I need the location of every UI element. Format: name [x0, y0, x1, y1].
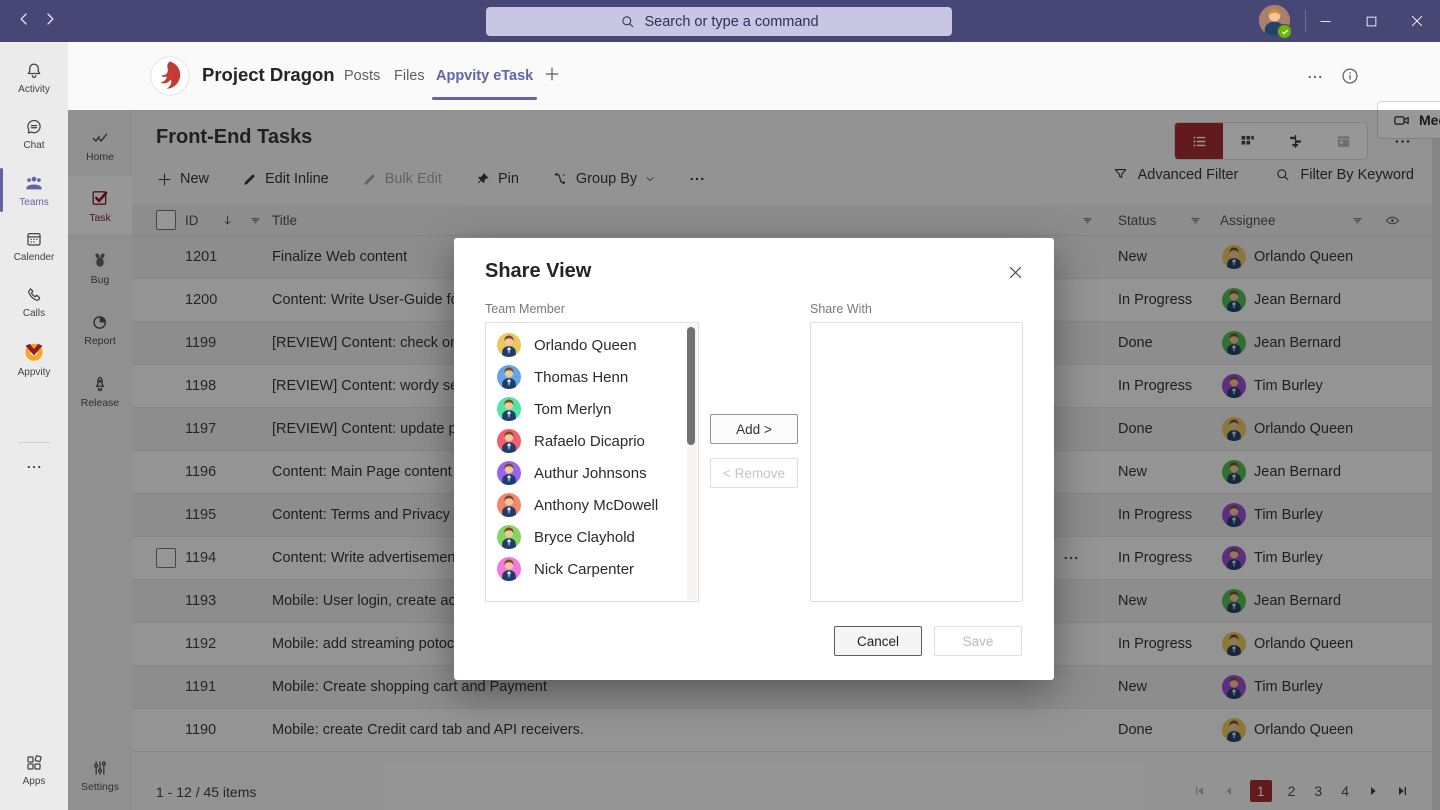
member-item[interactable]: Bryce Clayhold [486, 521, 698, 553]
plus-icon [542, 64, 562, 84]
search-icon [619, 13, 636, 30]
member-item[interactable]: Orlando Queen [486, 329, 698, 361]
sidebar-item-chat[interactable]: Chat [0, 106, 68, 162]
cancel-button[interactable]: Cancel [834, 626, 922, 656]
team-member-label: Team Member [485, 302, 565, 316]
info-icon [1340, 66, 1360, 86]
ellipsis-icon [1306, 68, 1324, 86]
search-placeholder: Search or type a command [644, 14, 818, 30]
member-item[interactable]: Rafaelo Dicaprio [486, 425, 698, 457]
list-scrollbar-track[interactable] [687, 324, 697, 600]
member-item[interactable]: Tom Merlyn [486, 393, 698, 425]
member-avatar [497, 429, 521, 453]
chat-icon [24, 117, 44, 137]
sidebar-item-activity[interactable]: Activity [0, 50, 68, 106]
member-avatar [497, 461, 521, 485]
tab-appvity-etask[interactable]: Appvity eTask [436, 68, 533, 84]
share-view-dialog: Share View Team Member Share With Orland… [454, 238, 1054, 680]
search-input[interactable]: Search or type a command [486, 7, 952, 36]
sidebar-item-appvity[interactable]: Appvity [0, 330, 68, 386]
member-item[interactable]: Thomas Henn [486, 361, 698, 393]
team-member-list: Orlando Queen Thomas Henn Tom Merlyn Raf… [485, 322, 699, 602]
sidebar-item-teams[interactable]: Teams [0, 162, 68, 218]
titlebar: Search or type a command [0, 0, 1440, 42]
forward-icon[interactable] [40, 9, 64, 33]
member-item[interactable]: Authur Johnsons [486, 457, 698, 489]
sidebar-item-calendar[interactable]: Calender [0, 218, 68, 274]
member-avatar [497, 557, 521, 581]
tab-files[interactable]: Files [394, 68, 425, 84]
apps-icon [24, 753, 44, 773]
sidebar-item-apps[interactable]: Apps [0, 742, 68, 798]
share-with-label: Share With [810, 302, 872, 316]
channel-more-button[interactable] [1306, 68, 1324, 86]
teams-icon [23, 172, 45, 194]
share-with-list [810, 322, 1023, 602]
team-header: Project Dragon Posts Files Appvity eTask… [68, 42, 1440, 110]
remove-button[interactable]: < Remove [710, 458, 798, 488]
maximize-button[interactable] [1348, 0, 1394, 42]
minimize-button[interactable] [1302, 0, 1348, 42]
add-button[interactable]: Add > [710, 414, 798, 444]
member-avatar [497, 525, 521, 549]
back-icon[interactable] [14, 9, 38, 33]
close-window-button[interactable] [1394, 0, 1440, 42]
member-avatar [497, 493, 521, 517]
tab-posts[interactable]: Posts [344, 68, 380, 84]
presence-available-icon [1277, 24, 1292, 39]
appvity-logo-icon [21, 338, 47, 364]
team-logo [150, 56, 190, 96]
close-dialog-button[interactable] [1003, 260, 1027, 284]
member-avatar [497, 365, 521, 389]
more-apps-button[interactable] [0, 452, 68, 482]
channel-info-button[interactable] [1340, 66, 1360, 86]
member-avatar [497, 397, 521, 421]
member-avatar [497, 333, 521, 357]
save-button[interactable]: Save [934, 626, 1022, 656]
phone-icon [24, 285, 44, 305]
add-tab-button[interactable] [542, 64, 562, 84]
bell-icon [24, 61, 44, 81]
app-rail: Activity Chat Teams Calender Calls Appvi… [0, 42, 68, 810]
member-item[interactable]: Anthony McDowell [486, 489, 698, 521]
sidebar-item-calls[interactable]: Calls [0, 274, 68, 330]
dialog-title: Share View [485, 260, 591, 283]
calendar-icon [24, 229, 44, 249]
rail-divider [18, 442, 50, 443]
list-scrollbar-thumb[interactable] [687, 327, 695, 445]
ellipsis-icon [25, 458, 43, 476]
member-item[interactable]: Nick Carpenter [486, 553, 698, 585]
team-name: Project Dragon [202, 64, 335, 86]
